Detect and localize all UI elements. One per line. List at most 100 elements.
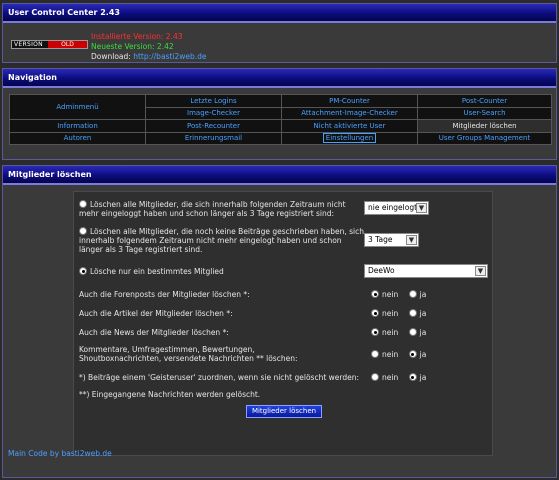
footnote: **) Eingegangene Nachrichten werden gelö… — [79, 390, 261, 399]
option-inactive[interactable]: Löschen alle Mitglieder, die sich innerh… — [79, 200, 364, 218]
inactive-period-select[interactable]: nie eingelogt ▼ — [364, 201, 429, 215]
yes-radio[interactable] — [408, 350, 417, 358]
yes-option[interactable]: ja — [408, 309, 427, 318]
option-single-row: Lösche nur ein bestimmtes Mitglied DeeWo… — [79, 263, 488, 279]
chevron-down-icon: ▼ — [416, 203, 427, 213]
question-label: Auch die Forenposts der Mitglieder lösch… — [79, 290, 250, 299]
option-single[interactable]: Lösche nur ein bestimmtes Mitglied — [79, 267, 364, 276]
question-row: Auch die Artikel der Mitglieder löschen … — [79, 307, 487, 319]
download-label: Download: — [91, 52, 131, 61]
no-label: nein — [382, 309, 399, 318]
version-logo-left: VERSION — [12, 41, 48, 48]
chevron-down-icon: ▼ — [475, 266, 486, 276]
nav-item-letzte-logins[interactable]: Letzte Logins — [145, 94, 282, 108]
nav-item-post-recounter[interactable]: Post-Recounter — [145, 119, 282, 133]
chevron-down-icon: ▼ — [406, 235, 417, 245]
yes-label: ja — [419, 290, 427, 299]
option-no-posts-radio[interactable] — [79, 227, 87, 235]
nav-item-erinnerungsmail[interactable]: Erinnerungsmail — [145, 131, 282, 145]
nav-table: Adminmenü Letzte Logins PM-Counter Post-… — [9, 94, 552, 145]
installed-version: Installierte Version: 2.43 — [91, 32, 183, 41]
panel-title: Navigation — [3, 69, 556, 88]
no-option[interactable]: nein — [371, 328, 398, 337]
version-logo: VERSION OLD — [11, 40, 88, 49]
member-select[interactable]: DeeWo ▼ — [364, 264, 488, 278]
nav-item-einstellungen[interactable]: Einstellungen — [281, 131, 418, 145]
yes-option[interactable]: ja — [408, 373, 427, 382]
question-row: Kommentare, Umfragestimmen, Bewertungen,… — [79, 344, 487, 364]
panel-title: Mitglieder löschen — [3, 166, 556, 185]
yes-radio[interactable] — [408, 373, 417, 381]
inactive-period-value: nie eingelogt — [368, 203, 418, 212]
no-option[interactable]: nein — [371, 309, 398, 318]
option-single-label: Lösche nur ein bestimmtes Mitglied — [90, 267, 224, 276]
option-no-posts[interactable]: Löschen alle Mitglieder, die noch keine … — [79, 227, 364, 254]
yes-option[interactable]: ja — [408, 328, 427, 337]
yes-radio[interactable] — [408, 309, 417, 317]
no-posts-period-select[interactable]: 3 Tage ▼ — [364, 233, 419, 247]
question-label: Auch die Artikel der Mitglieder löschen … — [79, 309, 233, 318]
yes-label: ja — [419, 350, 427, 359]
no-radio[interactable] — [371, 309, 379, 317]
nav-item-information[interactable]: Information — [9, 119, 146, 133]
question-label: Auch die News der Mitglieder löschen *: — [79, 328, 229, 337]
question-row: *) Beiträge einem 'Geisteruser' zuordnen… — [79, 372, 487, 384]
nav-item-user-search[interactable]: User-Search — [417, 106, 552, 120]
no-radio[interactable] — [371, 290, 379, 298]
yes-option[interactable]: ja — [408, 290, 427, 299]
no-option[interactable]: nein — [371, 350, 398, 359]
version-info: Installierte Version: 2.43 Neueste Versi… — [91, 32, 207, 62]
nav-item-image-checker[interactable]: Image-Checker — [145, 106, 282, 120]
yes-radio[interactable] — [408, 290, 417, 298]
option-inactive-radio[interactable] — [79, 200, 87, 208]
question-label: *) Beiträge einem 'Geisteruser' zuordnen… — [79, 373, 360, 382]
question-row: Auch die Forenposts der Mitglieder lösch… — [79, 288, 487, 300]
option-inactive-label: Löschen alle Mitglieder, die sich innerh… — [79, 200, 346, 218]
no-radio[interactable] — [371, 328, 379, 336]
nav-item-autoren[interactable]: Autoren — [9, 131, 146, 145]
delete-members-button[interactable]: Mitglieder löschen — [246, 405, 322, 418]
yes-label: ja — [419, 373, 427, 382]
yes-label: ja — [419, 309, 427, 318]
question-options: nein ja — [371, 309, 434, 318]
no-label: nein — [382, 350, 399, 359]
option-no-posts-label: Löschen alle Mitglieder, die noch keine … — [79, 227, 364, 254]
nav-item-post-counter[interactable]: Post-Counter — [417, 94, 552, 108]
nav-item-adminmenu[interactable]: Adminmenü — [9, 94, 146, 120]
question-options: nein ja — [371, 373, 434, 382]
no-label: nein — [382, 373, 399, 382]
version-logo-right: OLD — [48, 41, 87, 48]
yes-label: ja — [419, 328, 427, 337]
no-radio[interactable] — [371, 373, 379, 381]
download-link[interactable]: http://basti2web.de — [133, 52, 206, 61]
no-label: nein — [382, 328, 399, 337]
nav-item-einstellungen-label: Einstellungen — [322, 133, 377, 144]
nav-item-mitglieder-loeschen[interactable]: Mitglieder löschen — [417, 119, 552, 133]
option-inactive-row: Löschen alle Mitglieder, die sich innerh… — [79, 197, 487, 219]
yes-radio[interactable] — [408, 328, 417, 336]
delete-members-panel: Mitglieder löschen Löschen alle Mitglied… — [2, 165, 557, 478]
nav-item-user-groups-management[interactable]: User Groups Management — [417, 131, 552, 145]
no-option[interactable]: nein — [371, 290, 398, 299]
version-panel: User Control Center 2.43 VERSION OLD Ins… — [2, 3, 557, 63]
no-posts-period-value: 3 Tage — [368, 235, 393, 244]
option-single-radio[interactable] — [79, 267, 87, 275]
no-option[interactable]: nein — [371, 373, 398, 382]
nav-item-pm-counter[interactable]: PM-Counter — [281, 94, 418, 108]
question-row: Auch die News der Mitglieder löschen *: … — [79, 326, 487, 338]
panel-title: User Control Center 2.43 — [3, 4, 556, 23]
member-select-value: DeeWo — [368, 266, 395, 275]
option-no-posts-row: Löschen alle Mitglieder, die noch keine … — [79, 225, 487, 255]
nav-item-nicht-aktivierte-user[interactable]: Nicht aktivierte User — [281, 119, 418, 133]
latest-version: Neueste Version: 2.42 — [91, 42, 174, 51]
no-radio[interactable] — [371, 350, 379, 358]
question-label: Kommentare, Umfragestimmen, Bewertungen,… — [79, 345, 298, 363]
question-options: nein ja — [371, 350, 434, 359]
delete-form: Löschen alle Mitglieder, die sich innerh… — [73, 191, 493, 456]
no-label: nein — [382, 290, 399, 299]
nav-item-attachment-image-checker[interactable]: Attachment-Image-Checker — [281, 106, 418, 120]
yes-option[interactable]: ja — [408, 350, 427, 359]
footer-link[interactable]: Main Code by basti2web.de — [8, 449, 112, 458]
download-line: Download: http://basti2web.de — [91, 52, 207, 62]
question-options: nein ja — [371, 290, 434, 299]
